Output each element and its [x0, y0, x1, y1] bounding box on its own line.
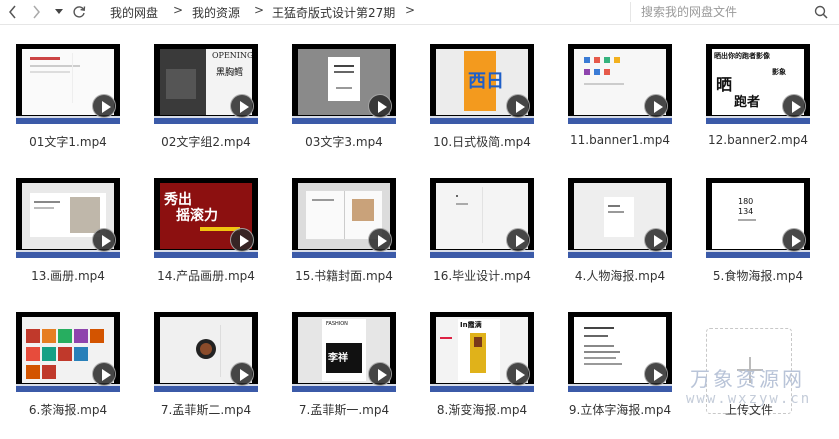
thumb-text: In霞满: [460, 321, 482, 329]
video-file-tile[interactable]: 15.书籍封面.mp4: [286, 178, 396, 290]
video-thumbnail: [16, 44, 120, 124]
upload-file-tile[interactable]: 上传文件: [700, 312, 808, 424]
file-name: 12.banner2.mp4: [708, 133, 808, 147]
thumb-text: 180: [738, 197, 754, 206]
video-file-tile[interactable]: 180 134 5.食物海报.mp4: [700, 178, 810, 290]
play-icon: [644, 228, 668, 252]
video-thumbnail: [568, 178, 672, 258]
thumb-text: 摇滚力: [176, 208, 218, 224]
plus-icon: [737, 357, 763, 383]
play-icon: [92, 228, 116, 252]
play-icon: [506, 362, 530, 386]
video-file-tile[interactable]: 9.立体字海报.mp4: [562, 312, 672, 424]
thumb-text: 影象: [772, 68, 786, 76]
thumb-text: 李祥: [328, 353, 348, 364]
video-thumbnail: 晒出你的跑者影像 影象 晒 跑者: [706, 44, 810, 124]
upload-label: 上传文件: [724, 403, 773, 417]
play-icon: [92, 94, 116, 118]
file-name: 9.立体字海报.mp4: [568, 403, 672, 417]
play-icon: [230, 94, 254, 118]
video-file-tile[interactable]: OPENING 黑胸鳕 02文字组2.mp4: [148, 44, 258, 156]
file-name: 01文字1.mp4: [29, 135, 107, 149]
video-file-tile[interactable]: 西日 10.日式极简.mp4: [424, 44, 534, 156]
play-icon: [368, 228, 392, 252]
file-name: 6.茶海报.mp4: [28, 403, 108, 417]
file-name: 03文字3.mp4: [305, 135, 383, 149]
play-icon: [92, 362, 116, 386]
play-icon: [368, 362, 392, 386]
thumb-text: 134: [738, 207, 754, 216]
video-file-tile[interactable]: 01文字1.mp4: [10, 44, 120, 156]
file-name: 02文字组2.mp4: [161, 135, 251, 149]
video-thumbnail: [154, 312, 258, 392]
play-icon: [230, 228, 254, 252]
file-name: 11.banner1.mp4: [570, 133, 670, 147]
video-thumbnail: [430, 178, 534, 258]
file-name: 14.产品画册.mp4: [157, 269, 255, 283]
video-thumbnail: 180 134: [706, 178, 810, 258]
play-icon: [506, 228, 530, 252]
thumb-text: 西日: [468, 71, 504, 92]
video-file-tile[interactable]: 晒出你的跑者影像 影象 晒 跑者 12.banner2.mp4: [700, 44, 810, 156]
video-thumbnail: [568, 312, 672, 392]
video-file-tile[interactable]: 4.人物海报.mp4: [562, 178, 672, 290]
video-thumbnail: [292, 178, 396, 258]
video-thumbnail: In霞满: [430, 312, 534, 392]
play-icon: [230, 362, 254, 386]
video-thumbnail: FASHION 李祥: [292, 312, 396, 392]
file-name: 7.孟菲斯二.mp4: [160, 403, 252, 417]
file-name: 5.食物海报.mp4: [712, 269, 804, 283]
video-thumbnail: [292, 44, 396, 124]
play-icon: [644, 94, 668, 118]
file-name: 13.画册.mp4: [31, 269, 105, 283]
video-thumbnail: 西日: [430, 44, 534, 124]
video-file-tile[interactable]: 11.banner1.mp4: [562, 44, 672, 156]
video-file-tile[interactable]: 秀出 摇滚力 14.产品画册.mp4: [148, 178, 258, 290]
file-name: 15.书籍封面.mp4: [295, 269, 393, 283]
thumb-text: OPENING: [212, 51, 252, 60]
file-name: 10.日式极简.mp4: [433, 135, 531, 149]
video-file-tile[interactable]: FASHION 李祥 7.孟菲斯一.mp4: [286, 312, 396, 424]
thumb-text: 晒: [716, 75, 733, 94]
video-thumbnail: OPENING 黑胸鳕: [154, 44, 258, 124]
video-thumbnail: 秀出 摇滚力: [154, 178, 258, 258]
file-grid: 01文字1.mp4 OPENING 黑胸鳕 02文字组2.mp4 03文字3.m…: [0, 0, 839, 439]
thumb-text: 黑胸鳕: [216, 68, 244, 78]
file-name: 16.毕业设计.mp4: [433, 269, 531, 283]
video-thumbnail: [16, 178, 120, 258]
play-icon: [506, 94, 530, 118]
video-file-tile[interactable]: 03文字3.mp4: [286, 44, 396, 156]
play-icon: [368, 94, 392, 118]
file-name: 8.渐变海报.mp4: [436, 403, 528, 417]
thumb-text: 晒出你的跑者影像: [714, 52, 770, 60]
video-file-tile[interactable]: 6.茶海报.mp4: [10, 312, 120, 424]
video-file-tile[interactable]: 7.孟菲斯二.mp4: [148, 312, 258, 424]
file-name: 4.人物海报.mp4: [574, 269, 666, 283]
video-file-tile[interactable]: In霞满 8.渐变海报.mp4: [424, 312, 534, 424]
play-icon: [644, 362, 668, 386]
thumb-text: FASHION: [326, 321, 348, 327]
video-file-tile[interactable]: 16.毕业设计.mp4: [424, 178, 534, 290]
play-icon: [782, 228, 806, 252]
file-name: 7.孟菲斯一.mp4: [298, 403, 390, 417]
play-icon: [782, 94, 806, 118]
video-thumbnail: [568, 44, 672, 124]
video-file-tile[interactable]: 13.画册.mp4: [10, 178, 120, 290]
thumb-text: 跑者: [734, 95, 761, 110]
video-thumbnail: [16, 312, 120, 392]
